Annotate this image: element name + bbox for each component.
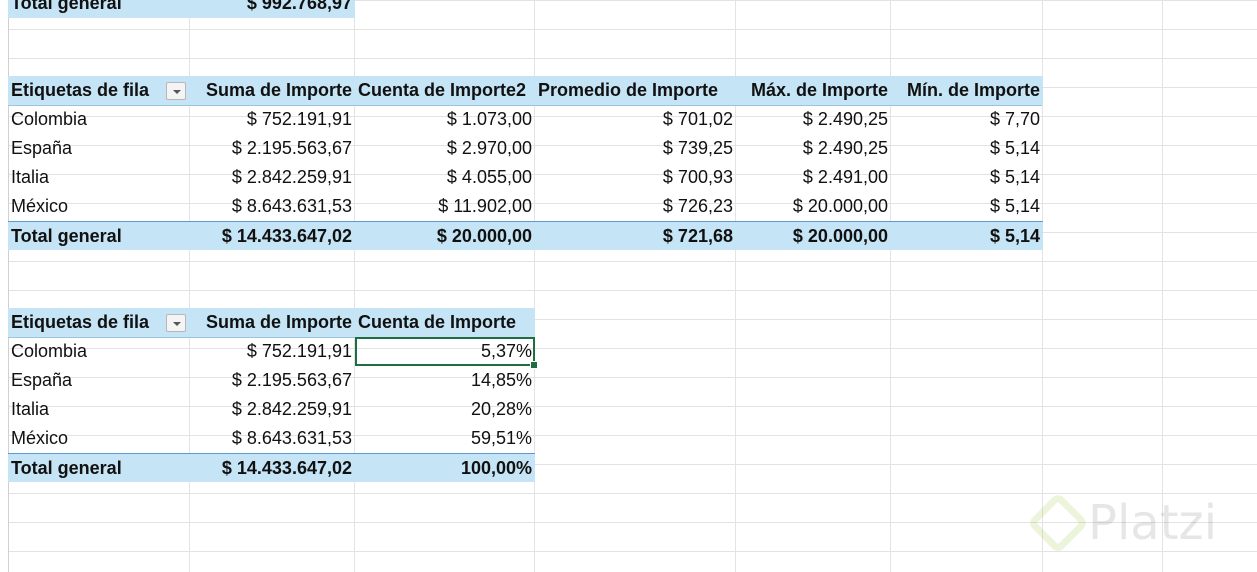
pivot1-data-row: España $ 2.195.563,67 $ 2.970,00 $ 739,25 $ … [8,134,1042,163]
pivot1-total-sum[interactable]: $ 14.433.647,02 [189,221,355,250]
pivot2-header-sum[interactable]: Suma de Importe [189,308,355,337]
top-partial-label[interactable]: Total general [8,0,189,18]
pivot2-cell-sum[interactable]: $ 2.195.563,67 [189,366,355,395]
pivot1-cell-count[interactable]: $ 1.073,00 [355,105,535,134]
pivot1-cell-sum[interactable]: $ 2.195.563,67 [189,134,355,163]
row-labels-filter-dropdown-icon[interactable] [166,82,186,100]
pivot1-header-label: Etiquetas de fila [11,80,150,100]
pivot2-cell-count-percent[interactable]: 59,51% [355,424,535,453]
pivot1-cell-max[interactable]: $ 2.490,25 [736,105,891,134]
pivot1-cell-count[interactable]: $ 11.902,00 [355,192,535,221]
pivot1-cell-average[interactable]: $ 701,02 [535,105,736,134]
pivot1-cell-sum[interactable]: $ 8.643.631,53 [189,192,355,221]
pivot1-data-row: Colombia $ 752.191,91 $ 1.073,00 $ 701,02 $ … [8,105,1042,134]
pivot1-cell-max[interactable]: $ 2.490,25 [736,134,891,163]
pivot1-data-row: Italia $ 2.842.259,91 $ 4.055,00 $ 700,93 $ … [8,163,1042,192]
pivot2-data-row: España $ 2.195.563,67 14,85% [8,366,535,395]
pivot1-cell-sum[interactable]: $ 2.842.259,91 [189,163,355,192]
pivot1-cell-sum[interactable]: $ 752.191,91 [189,105,355,134]
pivot2-cell-country[interactable]: España [8,366,189,395]
pivot2-cell-sum[interactable]: $ 2.842.259,91 [189,395,355,424]
pivot1-header-max[interactable]: Máx. de Importe [736,76,891,105]
pivot1-total-country[interactable]: Total general [8,221,189,250]
pivot2-cell-sum[interactable]: $ 752.191,91 [189,337,355,366]
pivot2-cell-count-percent[interactable]: 14,85% [355,366,535,395]
pivot1-cell-max[interactable]: $ 20.000,00 [736,192,891,221]
pivot1-cell-min[interactable]: $ 5,14 [891,192,1043,221]
pivot2-header-count[interactable]: Cuenta de Importe [355,308,535,337]
top-partial-value[interactable]: $ 992.768,97 [189,0,355,18]
spreadsheet-grid[interactable]: Total general $ 992.768,97 Etiquetas de … [0,0,1257,572]
pivot2-header-row: Etiquetas de fila Suma de Importe Cuenta… [8,308,535,338]
watermark-text: Platzi [1088,495,1218,551]
pivot1-total-count[interactable]: $ 20.000,00 [355,221,535,250]
pivot2-total-sum[interactable]: $ 14.433.647,02 [189,453,355,482]
pivot2-data-row: Italia $ 2.842.259,91 20,28% [8,395,535,424]
pivot2-total-country[interactable]: Total general [8,453,189,482]
pivot1-cell-country[interactable]: México [8,192,189,221]
pivot1-header-min[interactable]: Mín. de Importe [891,76,1043,105]
pivot1-total-min[interactable]: $ 5,14 [891,221,1043,250]
pivot2-data-row: México $ 8.643.631,53 59,51% [8,424,535,453]
row-labels-filter-dropdown-icon[interactable] [166,314,186,332]
pivot1-header-row-labels[interactable]: Etiquetas de fila [8,76,189,105]
pivot1-cell-average[interactable]: $ 700,93 [535,163,736,192]
pivot2-total-row: Total general $ 14.433.647,02 100,00% [8,453,535,482]
pivot2-cell-country[interactable]: México [8,424,189,453]
platzi-logo-icon [1026,491,1090,555]
pivot1-cell-min[interactable]: $ 5,14 [891,134,1043,163]
pivot1-cell-min[interactable]: $ 7,70 [891,105,1043,134]
pivot1-cell-min[interactable]: $ 5,14 [891,163,1043,192]
top-partial-total-row: Total general $ 992.768,97 [8,0,355,18]
platzi-watermark: Platzi [1026,491,1218,555]
pivot1-cell-country[interactable]: Italia [8,163,189,192]
pivot2-cell-country[interactable]: Italia [8,395,189,424]
pivot1-header-count[interactable]: Cuenta de Importe2 [355,76,535,105]
pivot1-cell-average[interactable]: $ 726,23 [535,192,736,221]
pivot2-cell-country[interactable]: Colombia [8,337,189,366]
pivot2-data-row: Colombia $ 752.191,91 5,37% [8,337,538,369]
selected-cell[interactable]: 5,37% [355,337,538,369]
pivot1-cell-max[interactable]: $ 2.491,00 [736,163,891,192]
pivot1-data-row: México $ 8.643.631,53 $ 11.902,00 $ 726,23 $… [8,192,1042,221]
pivot1-header-row: Etiquetas de fila Suma de Importe Cuenta… [8,76,1043,106]
pivot1-total-row: Total general $ 14.433.647,02 $ 20.000,00 $… [8,221,1043,250]
pivot1-header-sum[interactable]: Suma de Importe [189,76,355,105]
pivot1-cell-average[interactable]: $ 739,25 [535,134,736,163]
pivot1-cell-country[interactable]: Colombia [8,105,189,134]
pivot1-total-average[interactable]: $ 721,68 [535,221,736,250]
pivot2-header-row-labels[interactable]: Etiquetas de fila [8,308,189,337]
pivot1-cell-count[interactable]: $ 4.055,00 [355,163,535,192]
pivot2-cell-sum[interactable]: $ 8.643.631,53 [189,424,355,453]
pivot1-total-max[interactable]: $ 20.000,00 [736,221,891,250]
pivot2-header-label: Etiquetas de fila [11,312,150,332]
pivot1-cell-country[interactable]: España [8,134,189,163]
pivot1-cell-count[interactable]: $ 2.970,00 [355,134,535,163]
grid-col-line [1162,0,1163,572]
pivot2-total-count-percent[interactable]: 100,00% [355,453,535,482]
pivot1-header-average[interactable]: Promedio de Importe [535,76,736,105]
pivot2-cell-count-percent[interactable]: 20,28% [355,395,535,424]
